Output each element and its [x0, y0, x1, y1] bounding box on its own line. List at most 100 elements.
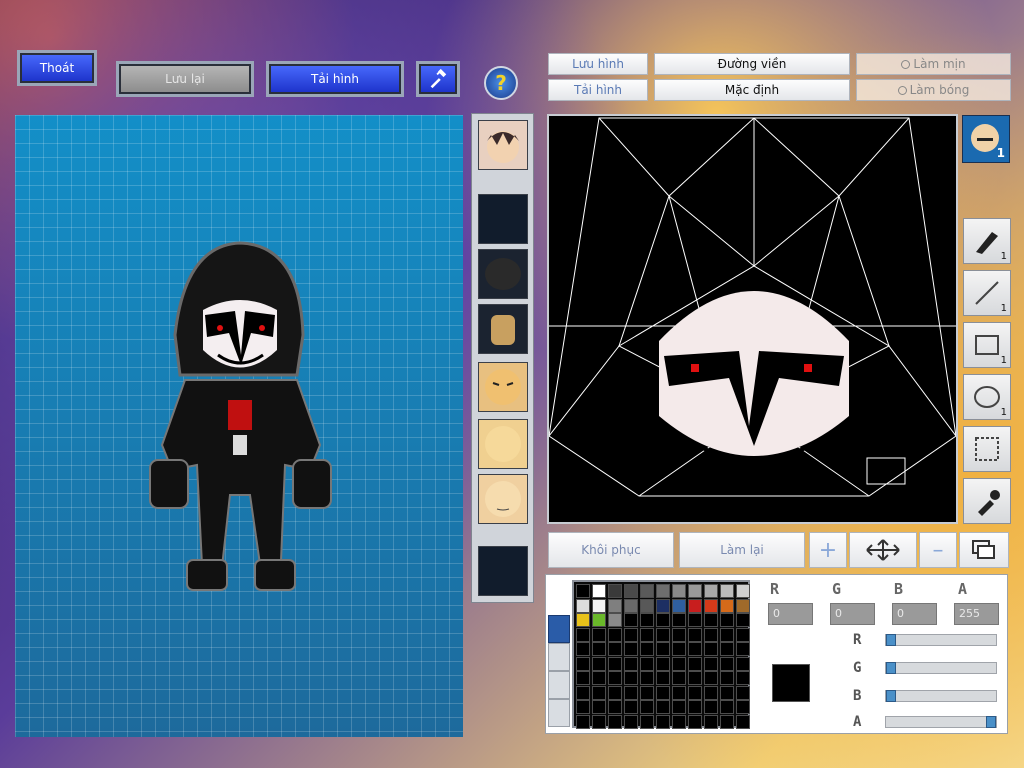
- palette-swatch[interactable]: [624, 598, 638, 613]
- palette-swatch[interactable]: [640, 656, 654, 671]
- part-slot-face-1[interactable]: [478, 362, 528, 412]
- palette-swatch[interactable]: [672, 584, 686, 598]
- alpha-value-field[interactable]: 255: [954, 603, 999, 625]
- palette-swatch[interactable]: [720, 642, 734, 656]
- palette-swatch[interactable]: [608, 613, 622, 627]
- palette-swatch[interactable]: [608, 627, 622, 642]
- palette-swatch[interactable]: [704, 598, 718, 613]
- part-slot-hair[interactable]: [478, 249, 528, 299]
- palette-swatch[interactable]: [576, 584, 590, 598]
- palette-swatch[interactable]: [576, 627, 590, 642]
- save-button[interactable]: Lưu lại: [116, 61, 254, 97]
- palette-swatch[interactable]: [688, 598, 702, 613]
- palette-swatch[interactable]: [592, 671, 606, 685]
- palette-swatch[interactable]: [656, 700, 670, 714]
- palette-swatch[interactable]: [672, 700, 686, 714]
- palette-swatch[interactable]: [672, 714, 686, 729]
- shine-option[interactable]: Làm bóng: [856, 79, 1011, 101]
- palette-swatch[interactable]: [592, 642, 606, 656]
- palette-swatch[interactable]: [688, 584, 702, 598]
- palette-swatch[interactable]: [624, 613, 638, 627]
- palette-swatch[interactable]: [592, 685, 606, 700]
- palette-swatch[interactable]: [624, 685, 638, 700]
- palette-swatch[interactable]: [624, 584, 638, 598]
- palette-swatch[interactable]: [688, 613, 702, 627]
- part-slot-face-preset[interactable]: [478, 120, 528, 170]
- palette-swatch[interactable]: [640, 714, 654, 729]
- ellipse-tool[interactable]: 1: [963, 374, 1011, 420]
- palette-swatch[interactable]: [576, 613, 590, 627]
- palette-swatch[interactable]: [672, 627, 686, 642]
- zoom-out-button[interactable]: –: [919, 532, 957, 568]
- palette-swatch[interactable]: [592, 700, 606, 714]
- zoom-in-button[interactable]: +: [809, 532, 847, 568]
- palette-swatch[interactable]: [624, 656, 638, 671]
- palette-swatch[interactable]: [624, 700, 638, 714]
- red-value-field[interactable]: 0: [768, 603, 813, 625]
- palette-swatch[interactable]: [656, 627, 670, 642]
- palette-swatch[interactable]: [736, 714, 750, 729]
- palette-swatch[interactable]: [640, 685, 654, 700]
- restore-button[interactable]: Khôi phục: [548, 532, 674, 568]
- green-value-field[interactable]: 0: [830, 603, 875, 625]
- palette-swatch[interactable]: [576, 656, 590, 671]
- palette-swatch[interactable]: [592, 584, 606, 598]
- palette-swatch[interactable]: [720, 714, 734, 729]
- palette-swatch[interactable]: [576, 714, 590, 729]
- palette-swatch[interactable]: [736, 671, 750, 685]
- palette-swatch[interactable]: [720, 700, 734, 714]
- palette-swatch[interactable]: [672, 598, 686, 613]
- palette-swatch[interactable]: [656, 685, 670, 700]
- palette-tab-4[interactable]: [548, 699, 570, 727]
- eyedropper-tool[interactable]: [963, 478, 1011, 524]
- palette-swatch[interactable]: [592, 656, 606, 671]
- palette-tab-1[interactable]: [548, 615, 570, 643]
- palette-swatch[interactable]: [720, 613, 734, 627]
- move-button[interactable]: [849, 532, 917, 568]
- palette-swatch[interactable]: [576, 685, 590, 700]
- palette-swatch[interactable]: [736, 613, 750, 627]
- palette-swatch[interactable]: [672, 685, 686, 700]
- palette-swatch[interactable]: [720, 627, 734, 642]
- reload-image-small-button[interactable]: Tải hình: [548, 79, 648, 101]
- rect-tool[interactable]: 1: [963, 322, 1011, 368]
- slider-thumb[interactable]: [886, 634, 896, 646]
- pixel-canvas[interactable]: [547, 114, 958, 524]
- palette-swatch[interactable]: [720, 584, 734, 598]
- reload-image-button[interactable]: Tải hình: [266, 61, 404, 97]
- palette-swatch[interactable]: [656, 642, 670, 656]
- smooth-option[interactable]: Làm mịn: [856, 53, 1011, 75]
- palette-swatch[interactable]: [656, 714, 670, 729]
- palette-swatch[interactable]: [704, 714, 718, 729]
- palette-swatch[interactable]: [608, 671, 622, 685]
- palette-tab-2[interactable]: [548, 643, 570, 671]
- palette-swatch[interactable]: [736, 598, 750, 613]
- part-slot-empty-2[interactable]: [478, 546, 528, 596]
- palette-swatch[interactable]: [688, 656, 702, 671]
- palette-swatch[interactable]: [656, 613, 670, 627]
- exit-button[interactable]: Thoát: [17, 50, 97, 86]
- palette-swatch[interactable]: [640, 671, 654, 685]
- slider-thumb[interactable]: [886, 690, 896, 702]
- palette-swatch[interactable]: [736, 685, 750, 700]
- hammer-button[interactable]: [416, 61, 460, 97]
- alpha-slider[interactable]: [885, 716, 997, 728]
- layer-button[interactable]: [959, 532, 1009, 568]
- slider-thumb[interactable]: [986, 716, 996, 728]
- part-slot-face-3[interactable]: [478, 474, 528, 524]
- palette-swatch[interactable]: [720, 656, 734, 671]
- palette-swatch[interactable]: [656, 584, 670, 598]
- select-tool[interactable]: [963, 426, 1011, 472]
- head-preview-badge[interactable]: 1: [962, 115, 1010, 163]
- palette-swatch[interactable]: [576, 598, 590, 613]
- palette-swatch[interactable]: [704, 656, 718, 671]
- palette-swatch[interactable]: [672, 613, 686, 627]
- palette-swatch[interactable]: [624, 671, 638, 685]
- palette-swatch[interactable]: [688, 642, 702, 656]
- palette-swatch[interactable]: [704, 685, 718, 700]
- palette-swatch[interactable]: [608, 685, 622, 700]
- palette-swatch[interactable]: [640, 598, 654, 613]
- palette-swatch[interactable]: [688, 671, 702, 685]
- palette-swatch[interactable]: [672, 656, 686, 671]
- blue-value-field[interactable]: 0: [892, 603, 937, 625]
